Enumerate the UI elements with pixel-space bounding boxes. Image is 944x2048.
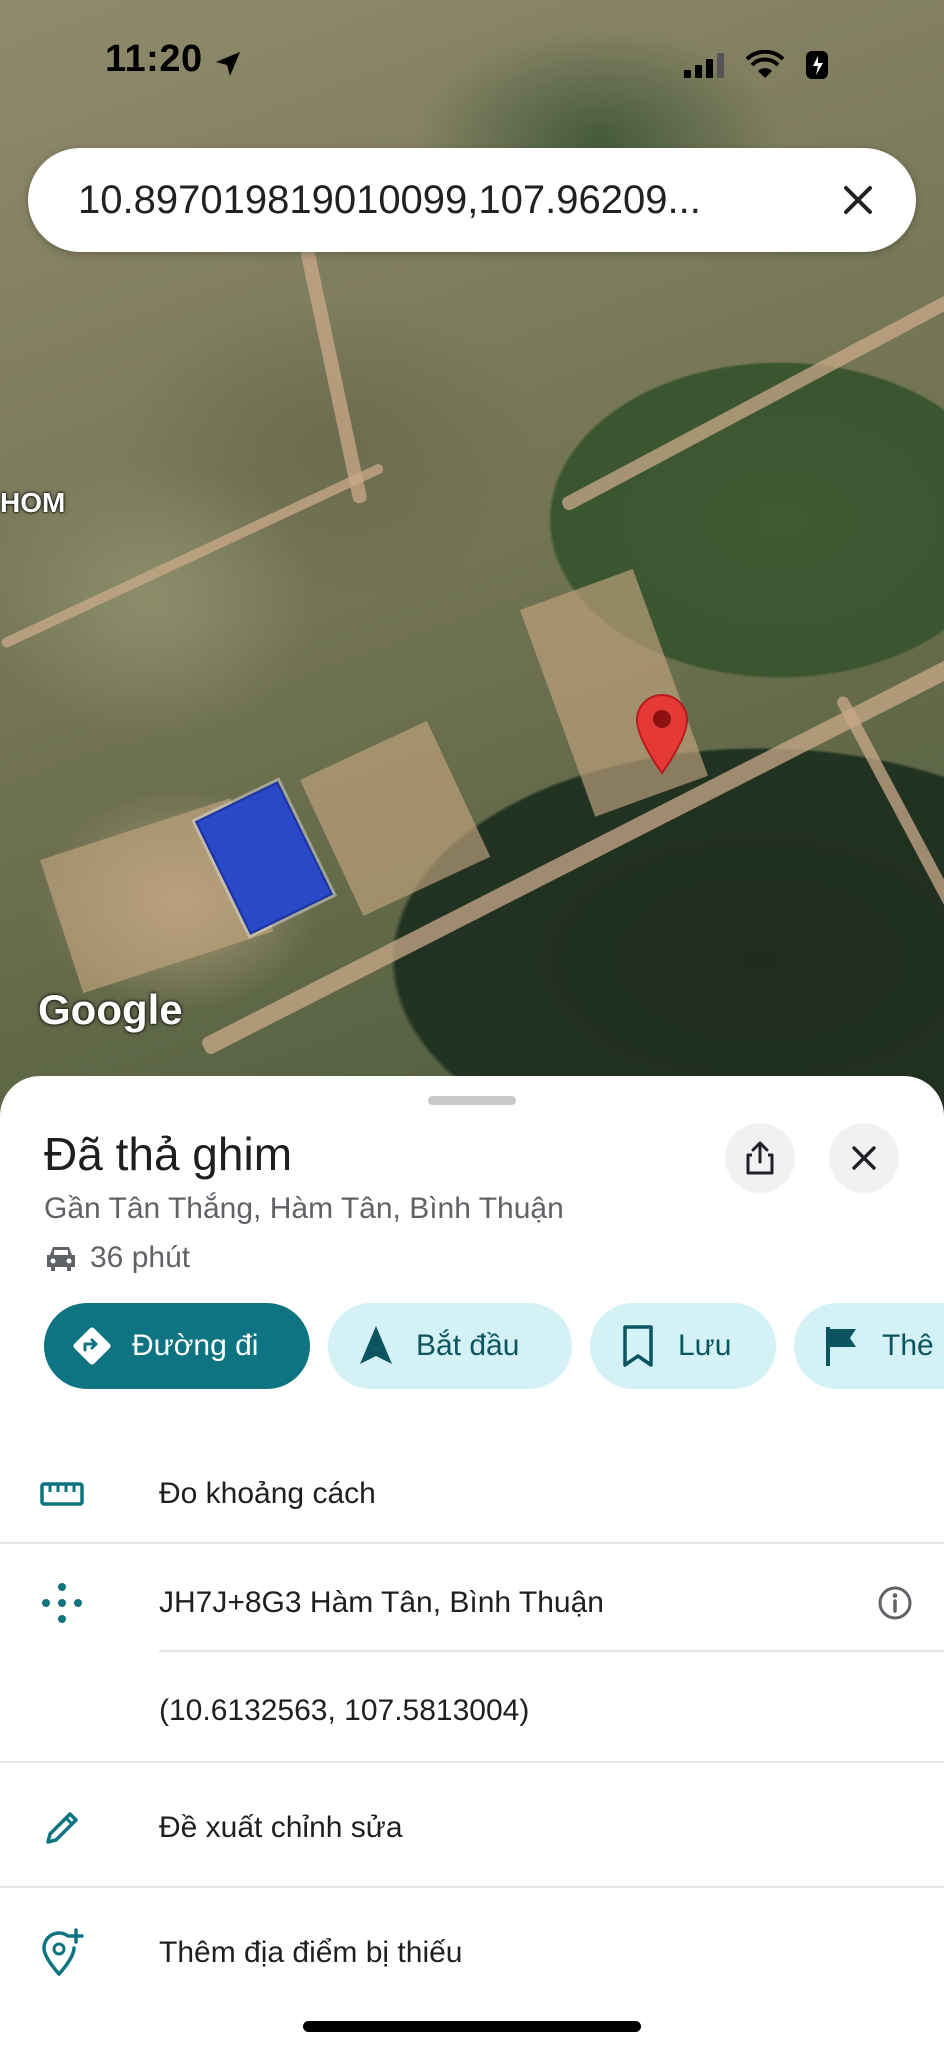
navigation-arrow-icon: [354, 1324, 398, 1368]
divider: [0, 1761, 944, 1763]
save-button[interactable]: Lưu: [590, 1303, 776, 1389]
close-icon: [852, 1146, 876, 1170]
close-icon[interactable]: [836, 178, 880, 222]
coordinates-row[interactable]: (10.6132563, 107.5813004): [0, 1657, 944, 1765]
status-time: 11:20: [105, 38, 203, 80]
map-road: [300, 247, 368, 505]
map-place-label: HOM: [0, 487, 66, 518]
place-title: Đã thả ghim: [44, 1128, 293, 1180]
car-icon: [47, 1247, 75, 1271]
suggest-edit-label: Đề xuất chỉnh sửa: [159, 1811, 403, 1844]
coordinates-text: (10.6132563, 107.5813004): [159, 1694, 530, 1727]
plus-code-icon: [38, 1579, 86, 1627]
map-road: [560, 218, 944, 513]
eta-text: 36 phút: [90, 1241, 191, 1274]
directions-icon: [70, 1324, 114, 1368]
place-subtitle: Gần Tân Thắng, Hàm Tân, Bình Thuận: [44, 1192, 564, 1225]
place-bottom-sheet: Đã thả ghim Gần Tân Thắng, Hàm Tân, Bình…: [0, 1076, 944, 2048]
bookmark-icon: [616, 1324, 660, 1368]
wifi-icon: [745, 50, 785, 78]
label-button[interactable]: Thê: [794, 1303, 944, 1389]
share-button[interactable]: [725, 1123, 795, 1193]
search-query[interactable]: 10.897019819010099,107.96209...: [78, 178, 798, 223]
pencil-icon: [38, 1804, 86, 1852]
directions-label: Đường đi: [132, 1329, 259, 1362]
flag-icon: [820, 1324, 864, 1368]
add-location-icon: [38, 1928, 86, 1977]
plus-code-row[interactable]: JH7J+8G3 Hàm Tân, Bình Thuận: [0, 1549, 944, 1657]
ruler-icon: [38, 1470, 86, 1518]
action-chips: Đường đi Bắt đầu Lưu Thê: [44, 1303, 944, 1389]
start-button[interactable]: Bắt đầu: [328, 1303, 572, 1389]
divider: [159, 1650, 944, 1652]
sheet-drag-handle[interactable]: [428, 1096, 516, 1105]
measure-distance-label: Đo khoảng cách: [159, 1477, 376, 1510]
signal-icon: [684, 53, 724, 78]
status-icons: [682, 48, 834, 82]
measure-distance-row[interactable]: Đo khoảng cách: [0, 1439, 944, 1549]
add-missing-place-label: Thêm địa điểm bị thiếu: [159, 1936, 463, 1969]
share-icon: [746, 1141, 774, 1175]
battery-icon: [806, 51, 828, 79]
directions-button[interactable]: Đường đi: [44, 1303, 310, 1389]
save-label: Lưu: [678, 1329, 732, 1362]
divider: [0, 1542, 944, 1544]
info-icon[interactable]: [876, 1584, 914, 1622]
google-logo: Google: [38, 986, 183, 1033]
eta-row: 36 phút: [44, 1241, 190, 1275]
search-bar[interactable]: 10.897019819010099,107.96209...: [28, 148, 916, 252]
map-road: [835, 694, 944, 930]
location-arrow-icon: [216, 52, 240, 76]
dropped-pin-icon[interactable]: [633, 693, 691, 775]
plus-code-text: JH7J+8G3 Hàm Tân, Bình Thuận: [159, 1586, 604, 1619]
label-chip-label: Thê: [882, 1329, 934, 1362]
home-indicator[interactable]: [303, 2021, 641, 2032]
add-missing-place-row[interactable]: Thêm địa điểm bị thiếu: [0, 1893, 944, 2013]
close-sheet-button[interactable]: [829, 1123, 899, 1193]
start-label: Bắt đầu: [416, 1329, 520, 1362]
suggest-edit-row[interactable]: Đề xuất chỉnh sửa: [0, 1768, 944, 1888]
divider: [0, 1886, 944, 1888]
